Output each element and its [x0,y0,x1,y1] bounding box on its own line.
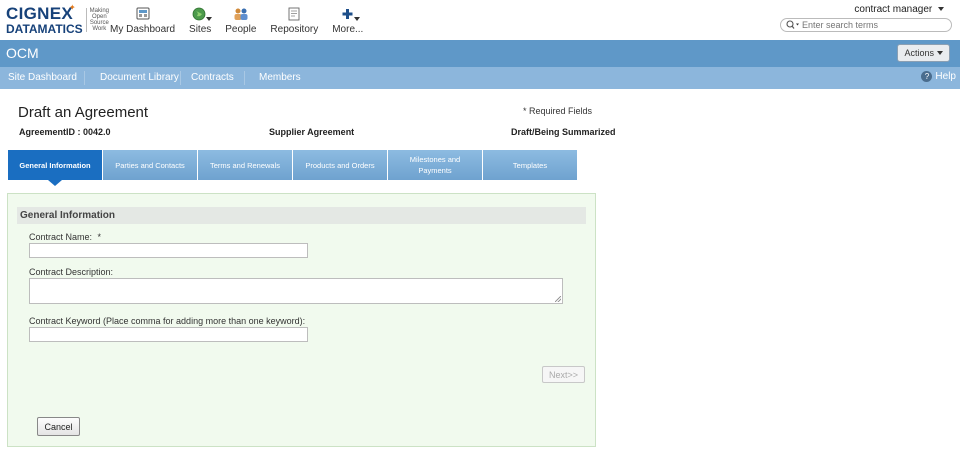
search-box [780,18,952,32]
company-logo[interactable]: CIGNEX DATAMATICS ✦ Making Open Source W… [6,3,109,36]
site-title-bar: OCM Actions [0,40,960,67]
logo-tagline: Making Open Source Work [85,8,109,32]
page-title: Draft an Agreement [18,104,149,121]
nav-repository-label: Repository [270,24,319,35]
agreement-status: Draft/Being Summarized [511,127,616,137]
people-icon [233,7,249,21]
tab-terms-and-renewals[interactable]: Terms and Renewals [198,150,292,180]
nav-repository[interactable]: Repository [270,7,318,35]
help-label: Help [935,71,956,82]
contract-name-field[interactable] [29,243,308,258]
site-title[interactable]: OCM [6,45,39,61]
section-title: General Information [17,207,586,224]
site-nav-item-members[interactable]: Members [259,72,301,83]
site-nav-divider [180,71,181,85]
actions-label: Actions [904,48,934,58]
agreement-id: AgreementID : 0042.0 [19,127,111,137]
site-nav-item-document-library[interactable]: Document Library [100,72,179,83]
user-menu[interactable]: contract manager [854,4,944,15]
repository-icon [286,7,302,21]
wizard-tabs: General Information Parties and Contacts… [8,150,578,186]
globe-icon [192,7,213,21]
tab-milestones-and-payments[interactable]: Milestones and Payments [388,150,482,180]
agreement-type: Supplier Agreement [269,127,355,137]
search-input[interactable] [802,19,942,31]
resize-handle-icon[interactable] [555,296,561,302]
general-information-panel: General Information Contract Name: * Con… [7,193,596,447]
nav-sites-label: Sites [189,24,212,35]
site-nav-divider [244,71,245,85]
tab-templates[interactable]: Templates [483,150,577,180]
site-nav: Site Dashboard Document Library Contract… [0,67,960,89]
contract-name-label: Contract Name: * [29,232,101,242]
contract-description-field[interactable] [29,278,563,304]
help-icon: ? [921,71,933,82]
logo-name-line2: DATAMATICS [6,22,83,36]
contract-keyword-label: Contract Keyword (Place comma for adding… [29,316,306,326]
required-marker: * [97,232,102,242]
plus-icon [340,7,360,21]
contract-name-label-text: Contract Name: [29,232,93,242]
tab-parties-and-contacts[interactable]: Parties and Contacts [103,150,197,180]
next-button[interactable]: Next>> [542,366,585,383]
nav-people[interactable]: People [225,7,256,35]
tab-general-information[interactable]: General Information [8,150,102,186]
nav-my-dashboard[interactable]: My Dashboard [110,7,175,35]
nav-my-dashboard-label: My Dashboard [110,24,176,35]
contract-keyword-field[interactable] [29,327,308,342]
logo-star-icon: ✦ [69,3,76,12]
user-menu-label: contract manager [854,4,933,15]
chevron-down-icon [938,7,944,12]
site-nav-item-site-dashboard[interactable]: Site Dashboard [8,72,77,83]
nav-more-label: More... [332,24,364,35]
search-icon[interactable] [784,20,802,30]
dashboard-icon [135,7,151,21]
chevron-down-icon [937,51,943,55]
cancel-button[interactable]: Cancel [37,417,80,436]
nav-sites[interactable]: Sites [189,7,213,35]
chevron-down-icon [206,17,213,21]
top-header: CIGNEX DATAMATICS ✦ Making Open Source W… [0,0,960,40]
logo-tagline-line: Work [92,26,107,32]
site-nav-item-contracts[interactable]: Contracts [191,72,234,83]
nav-more[interactable]: More... [332,7,363,35]
site-nav-divider [84,71,85,85]
tab-products-and-orders[interactable]: Products and Orders [293,150,387,180]
required-fields-note: * Required Fields [523,106,593,116]
nav-people-label: People [225,24,257,35]
contract-description-label: Contract Description: [29,267,114,277]
help-link[interactable]: ? Help [921,71,956,82]
top-nav: My Dashboard Sites People Repository Mor… [110,7,377,35]
actions-button[interactable]: Actions [897,44,950,62]
chevron-down-icon [353,17,360,21]
